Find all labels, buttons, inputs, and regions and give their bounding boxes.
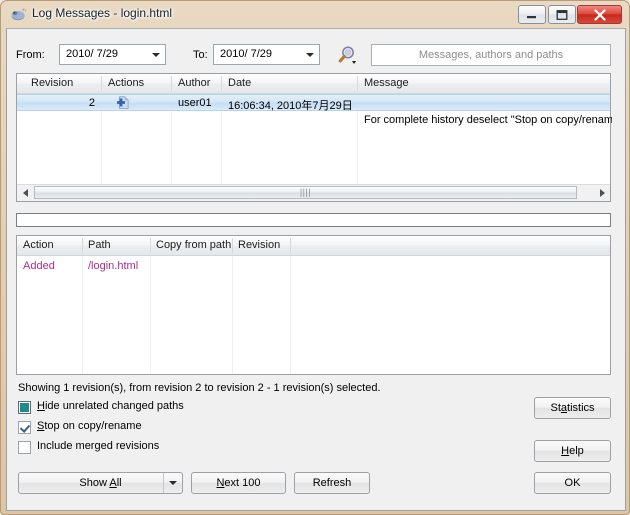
scrollbar-grip: |||| xyxy=(299,187,312,197)
checkbox-indeterminate-icon[interactable] xyxy=(18,401,31,414)
column-header-author[interactable]: Author xyxy=(178,77,210,89)
add-file-icon xyxy=(116,96,130,113)
minimize-button[interactable] xyxy=(518,5,546,24)
checkbox-label: Hide unrelated changed paths xyxy=(37,400,184,412)
to-date-input[interactable]: 2010/ 7/29 xyxy=(213,44,320,65)
magnifier-icon[interactable] xyxy=(332,42,366,67)
close-button[interactable] xyxy=(577,5,622,24)
statistics-button[interactable]: Statistics xyxy=(534,397,611,419)
header-separator[interactable] xyxy=(101,76,102,91)
scroll-left-icon[interactable] xyxy=(17,185,33,200)
column-header-actions[interactable]: Actions xyxy=(108,77,144,89)
column-header-revision[interactable]: Revision xyxy=(31,77,73,89)
help-button[interactable]: Help xyxy=(534,440,611,462)
checkbox-unchecked-icon[interactable] xyxy=(18,441,31,454)
log-list[interactable]: Revision Actions Author Date Message 2 u… xyxy=(16,73,612,202)
window-title: Log Messages - login.html xyxy=(32,6,173,20)
title-bar[interactable]: Log Messages - login.html xyxy=(1,1,629,28)
next-100-button[interactable]: Next 100 xyxy=(191,472,286,494)
chevron-down-icon[interactable] xyxy=(163,473,182,493)
cell-date: 16:06:34, 2010年7月29日 xyxy=(228,100,353,112)
to-date-value: 2010/ 7/29 xyxy=(220,48,272,60)
next-100-button-label: Next 100 xyxy=(216,477,261,489)
statistics-button-label: Statistics xyxy=(550,402,595,414)
header-separator[interactable] xyxy=(150,238,151,253)
log-list-header[interactable]: Revision Actions Author Date Message xyxy=(17,74,610,94)
search-placeholder: Messages, authors and paths xyxy=(418,49,564,61)
chevron-down-icon[interactable] xyxy=(147,46,164,63)
chevron-down-icon[interactable] xyxy=(301,46,318,63)
header-separator[interactable] xyxy=(221,76,222,91)
ok-button[interactable]: OK xyxy=(534,472,611,494)
horizontal-scrollbar[interactable]: |||| xyxy=(17,184,610,201)
column-header-revision[interactable]: Revision xyxy=(238,239,280,251)
changed-paths-list[interactable]: Action Path Copy from path Revision Adde… xyxy=(16,235,611,375)
table-row[interactable]: 2 user01 16:06:34, 2010年7月29日 xyxy=(17,94,610,113)
maximize-button[interactable] xyxy=(548,5,576,24)
ok-button-label: OK xyxy=(564,477,581,489)
log-note-text: For complete history deselect "Stop on c… xyxy=(364,114,612,126)
table-row[interactable]: For complete history deselect "Stop on c… xyxy=(17,112,612,129)
scroll-right-icon[interactable] xyxy=(594,185,610,200)
search-input[interactable]: Messages, authors and paths xyxy=(371,44,611,66)
cell-revision: 2 xyxy=(88,97,95,109)
column-header-path[interactable]: Path xyxy=(88,239,111,251)
checkbox-checked-icon[interactable] xyxy=(18,421,31,434)
header-separator[interactable] xyxy=(357,76,358,91)
column-header-date[interactable]: Date xyxy=(228,77,251,89)
changed-paths-header[interactable]: Action Path Copy from path Revision xyxy=(17,236,610,256)
log-messages-window: Log Messages - login.html From: 2010/ 7/… xyxy=(0,0,630,515)
column-header-copy-from-path[interactable]: Copy from path xyxy=(156,239,231,251)
splitter-bottom[interactable] xyxy=(16,229,611,234)
to-label: To: xyxy=(193,49,208,61)
tortoisesvn-icon xyxy=(10,7,27,22)
header-separator[interactable] xyxy=(232,238,233,253)
header-separator[interactable] xyxy=(82,238,83,253)
cell-action: Added xyxy=(23,260,55,272)
cell-author: user01 xyxy=(178,97,212,109)
checkbox-label: Include merged revisions xyxy=(37,440,160,452)
column-header-message[interactable]: Message xyxy=(364,77,409,89)
from-date-input[interactable]: 2010/ 7/29 xyxy=(59,44,166,65)
show-all-button[interactable]: Show All xyxy=(18,472,183,494)
message-text-pane[interactable] xyxy=(16,213,611,227)
header-separator[interactable] xyxy=(171,76,172,91)
help-button-label: Help xyxy=(561,445,584,457)
refresh-button[interactable]: Refresh xyxy=(294,472,370,494)
cell-path: /login.html xyxy=(88,260,139,272)
from-label: From: xyxy=(16,49,45,61)
header-separator[interactable] xyxy=(290,238,291,253)
status-text: Showing 1 revision(s), from revision 2 t… xyxy=(18,382,381,394)
refresh-button-label: Refresh xyxy=(312,477,352,489)
checkbox-label: Stop on copy/rename xyxy=(37,420,142,432)
from-date-value: 2010/ 7/29 xyxy=(66,48,118,60)
splitter-top[interactable] xyxy=(16,204,611,211)
table-row[interactable]: Added /login.html xyxy=(17,258,610,275)
scrollbar-thumb[interactable]: |||| xyxy=(34,186,577,199)
show-all-button-label: Show All xyxy=(79,477,122,489)
column-header-action[interactable]: Action xyxy=(23,239,54,251)
